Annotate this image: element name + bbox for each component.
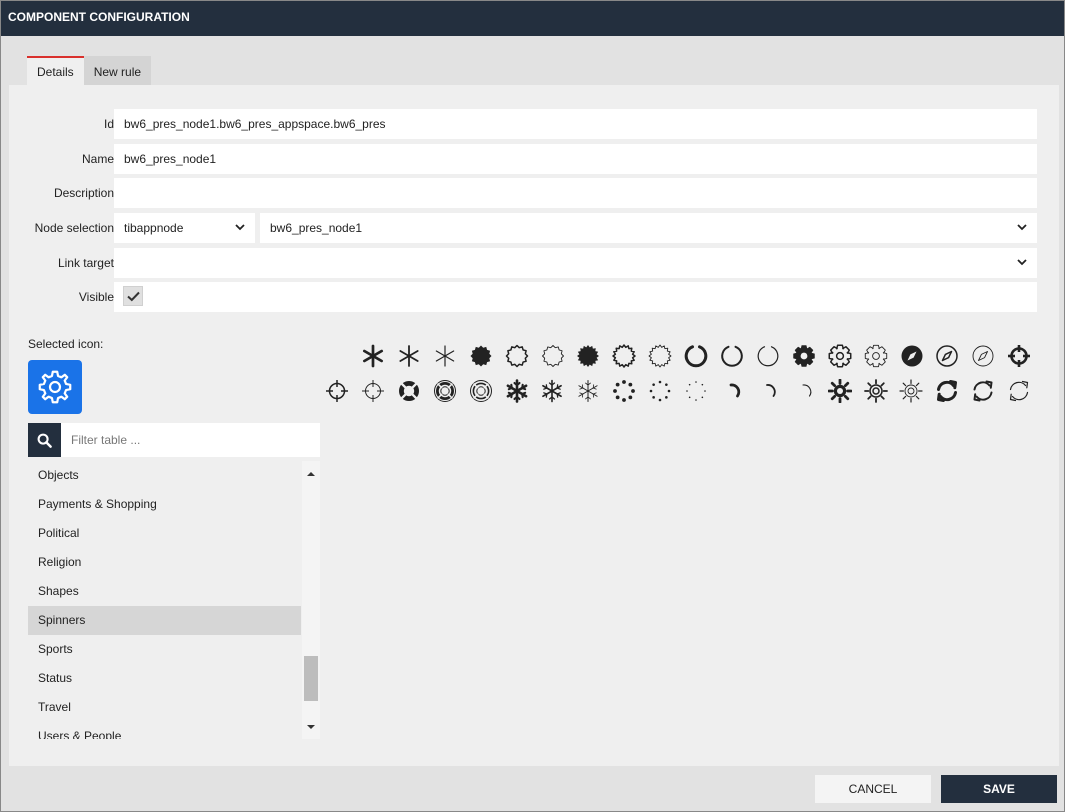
compass-thin-icon[interactable] xyxy=(971,344,995,368)
sun-solid-icon[interactable] xyxy=(827,378,852,404)
list-item-travel[interactable]: Travel xyxy=(28,693,301,722)
node-type-value: tibappnode xyxy=(124,221,184,235)
asterisk-icon[interactable] xyxy=(397,344,421,368)
name-label: Name xyxy=(81,152,114,166)
spinner-third-bold-icon[interactable] xyxy=(720,379,744,403)
circle-notch-thin-icon[interactable] xyxy=(756,344,780,368)
life-ring-thin-icon[interactable] xyxy=(469,379,493,403)
sun-thin-icon[interactable] xyxy=(899,379,923,403)
id-label: Id xyxy=(103,117,114,131)
badge-icon[interactable] xyxy=(505,344,529,368)
filter-input[interactable] xyxy=(61,423,320,457)
compass-icon[interactable] xyxy=(935,344,959,368)
spinner-icon[interactable] xyxy=(648,379,672,403)
tab-bar: Details New rule xyxy=(27,56,152,86)
sync-thin-icon[interactable] xyxy=(1007,379,1031,403)
check-icon xyxy=(127,291,140,302)
selected-icon-label: Selected icon: xyxy=(28,337,104,351)
list-item-religion[interactable]: Religion xyxy=(28,548,301,577)
cog-thin-icon[interactable] xyxy=(864,344,888,368)
chevron-down-icon xyxy=(1017,259,1027,266)
link-target-select[interactable] xyxy=(114,248,1037,278)
snowflake-icon[interactable] xyxy=(540,379,564,403)
node-value: bw6_pres_node1 xyxy=(270,221,363,235)
list-item-spinners[interactable]: Spinners xyxy=(28,606,301,635)
link-target-row: Link target xyxy=(9,248,1059,278)
spinner-bold-icon[interactable] xyxy=(612,379,636,403)
spinner-thin-icon[interactable] xyxy=(684,379,708,403)
circle-notch-bold-icon[interactable] xyxy=(684,344,708,368)
visible-checkbox[interactable] xyxy=(123,286,143,306)
scroll-thumb[interactable] xyxy=(304,656,318,701)
compass-solid-icon[interactable] xyxy=(900,344,924,368)
list-item-sports[interactable]: Sports xyxy=(28,635,301,664)
cancel-button[interactable]: CANCEL xyxy=(815,775,931,803)
tab-new-rule[interactable]: New rule xyxy=(83,56,152,86)
name-row: Name xyxy=(9,144,1059,174)
details-panel: Id Name Description Node selection tibap… xyxy=(9,85,1059,766)
description-field[interactable] xyxy=(114,178,1037,208)
node-type-select[interactable]: tibappnode xyxy=(114,213,255,243)
sync-icon[interactable] xyxy=(971,379,995,403)
spinner-third-thin-icon[interactable] xyxy=(792,379,816,403)
chevron-down-icon xyxy=(1017,224,1027,231)
sun-icon[interactable] xyxy=(863,379,888,403)
crosshairs-thin-icon[interactable] xyxy=(361,379,385,403)
gear-icon xyxy=(38,370,72,404)
asterisk-thin-icon[interactable] xyxy=(433,344,457,368)
list-item-political[interactable]: Political xyxy=(28,519,301,548)
sync-bold-icon[interactable] xyxy=(935,379,959,403)
node-select[interactable]: bw6_pres_node1 xyxy=(260,213,1037,243)
visible-label: Visible xyxy=(78,290,114,304)
certificate-icon[interactable] xyxy=(612,344,637,368)
search-button[interactable] xyxy=(28,423,61,457)
tab-details[interactable]: Details xyxy=(27,56,84,86)
certificate-solid-icon[interactable] xyxy=(576,344,600,368)
node-selection-row: Node selection tibappnode bw6_pres_node1 xyxy=(9,213,1059,243)
id-row: Id xyxy=(9,109,1059,139)
snowflake-thin-icon[interactable] xyxy=(576,379,600,403)
link-target-label: Link target xyxy=(57,256,114,270)
cog-icon[interactable] xyxy=(828,344,852,368)
certificate-thin-icon[interactable] xyxy=(648,344,672,368)
list-item-status[interactable]: Status xyxy=(28,664,301,693)
description-label: Description xyxy=(53,186,114,200)
cog-solid-icon[interactable] xyxy=(792,344,816,368)
list-item-shapes[interactable]: Shapes xyxy=(28,577,301,606)
chevron-down-icon xyxy=(235,224,245,231)
crosshairs-icon[interactable] xyxy=(325,379,349,403)
asterisk-bold-icon[interactable] xyxy=(361,344,385,368)
filter-box xyxy=(28,423,320,457)
circle-notch-icon[interactable] xyxy=(720,344,744,368)
visible-row: Visible xyxy=(9,282,1059,312)
id-field[interactable] xyxy=(114,109,1037,139)
crosshairs-bold-icon[interactable] xyxy=(1007,344,1031,368)
list-item-users-people[interactable]: Users & People xyxy=(28,722,301,739)
category-scrollbar[interactable] xyxy=(302,461,320,739)
category-list: Objects Payments & Shopping Political Re… xyxy=(28,461,320,739)
node-selection-label: Node selection xyxy=(34,221,114,235)
life-ring-icon[interactable] xyxy=(433,379,457,403)
visible-field xyxy=(114,282,1037,312)
save-button[interactable]: SAVE xyxy=(941,775,1057,803)
life-ring-solid-icon[interactable] xyxy=(397,379,421,403)
description-row: Description xyxy=(9,178,1059,208)
name-field[interactable] xyxy=(114,144,1037,174)
badge-thin-icon[interactable] xyxy=(541,344,565,368)
component-configuration-dialog: COMPONENT CONFIGURATION Details New rule… xyxy=(0,0,1065,812)
scroll-down-icon[interactable] xyxy=(307,723,315,731)
list-item-payments-shopping[interactable]: Payments & Shopping xyxy=(28,490,301,519)
dialog-title: COMPONENT CONFIGURATION xyxy=(1,1,1064,36)
badge-solid-icon[interactable] xyxy=(469,344,493,368)
search-icon xyxy=(37,433,52,448)
selected-icon-preview xyxy=(28,360,82,414)
scroll-up-icon[interactable] xyxy=(307,470,315,478)
snowflake-bold-icon[interactable] xyxy=(505,379,529,403)
list-item-objects[interactable]: Objects xyxy=(28,461,301,490)
spinner-third-icon[interactable] xyxy=(756,379,780,403)
